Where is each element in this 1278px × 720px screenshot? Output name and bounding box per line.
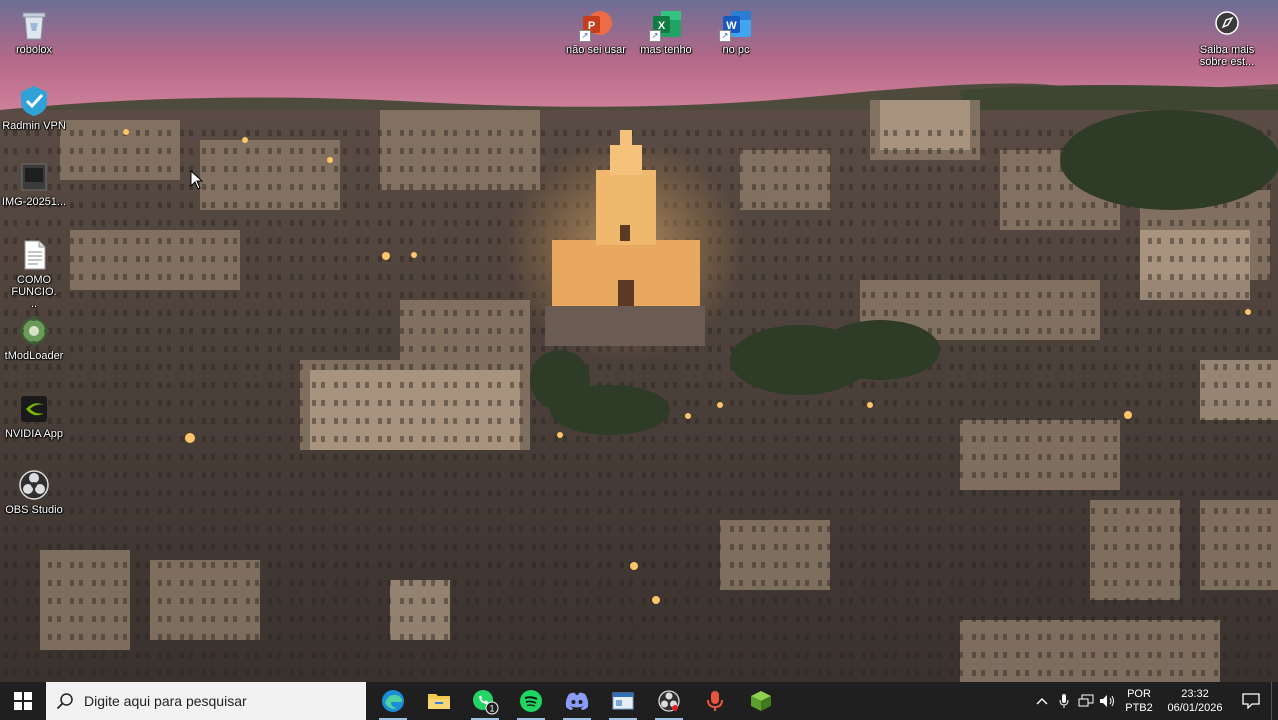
- taskbar-app-whatsapp[interactable]: 1: [462, 682, 508, 720]
- taskbar-search-box[interactable]: [46, 682, 366, 720]
- desktop-icon-label: OBS Studio: [5, 504, 63, 516]
- start-button[interactable]: [0, 682, 46, 720]
- language-code: POR: [1127, 688, 1151, 700]
- clock-time: 23:32: [1181, 688, 1209, 700]
- obs-icon: [17, 468, 51, 502]
- learn-more-icon: [1210, 8, 1244, 42]
- show-desktop-button[interactable]: [1271, 682, 1278, 720]
- taskbar-app-spotify[interactable]: [508, 682, 554, 720]
- network-icon[interactable]: [1075, 682, 1097, 720]
- keyboard-layout: PTB2: [1125, 702, 1153, 714]
- desktop-icon-label: robolox: [15, 44, 53, 56]
- microphone-app-icon: [707, 691, 723, 711]
- shortcut-arrow-icon: ↗: [579, 30, 591, 42]
- clock-date: 06/01/2026: [1167, 702, 1223, 714]
- desktop-icon-label: IMG-20251...: [1, 196, 67, 208]
- desktop-icon-word[interactable]: W ↗ no pc: [699, 8, 773, 56]
- desktop-icon-label: Saiba mais sobre est...: [1199, 44, 1255, 68]
- taskbar-pinned-apps: 1: [370, 682, 784, 720]
- desktop-icon-robolox[interactable]: robolox: [0, 8, 71, 56]
- taskbar-app-green-cube[interactable]: [738, 682, 784, 720]
- word-icon: W ↗: [719, 8, 753, 42]
- text-document-icon: [17, 238, 51, 272]
- desktop-icon-label: tModLoader: [4, 350, 64, 362]
- desktop-icon-learn-more[interactable]: Saiba mais sobre est...: [1190, 8, 1264, 68]
- desktop-icon-obs-studio[interactable]: OBS Studio: [0, 468, 71, 516]
- desktop-icon-como-funcio[interactable]: COMO FUNCIO...: [0, 238, 71, 310]
- desktop-icon-powerpoint[interactable]: P ↗ não sei usar: [559, 8, 633, 56]
- notification-icon: [1242, 693, 1260, 709]
- desktop-icon-label: não sei usar: [566, 44, 626, 56]
- tmodloader-icon: [17, 314, 51, 348]
- obs-taskbar-icon: [658, 690, 680, 712]
- desktop-icon-tmodloader[interactable]: tModLoader: [0, 314, 71, 362]
- shortcut-arrow-icon: ↗: [719, 30, 731, 42]
- powerpoint-icon: P ↗: [579, 8, 613, 42]
- volume-icon[interactable]: [1097, 682, 1119, 720]
- taskbar-app-discord[interactable]: [554, 682, 600, 720]
- desktop-icon-label: Radmin VPN: [2, 120, 66, 132]
- whatsapp-badge: 1: [489, 704, 494, 714]
- desktop-icon-label: mas tenho: [640, 44, 692, 56]
- windows-logo-icon: [14, 692, 32, 710]
- image-file-icon: [17, 160, 51, 194]
- spotify-icon: [520, 690, 542, 712]
- microphone-tray-icon[interactable]: [1053, 682, 1075, 720]
- desktop-icon-radmin-vpn[interactable]: Radmin VPN: [0, 84, 71, 132]
- taskbar: 1: [0, 682, 1278, 720]
- input-language-indicator[interactable]: POR PTB2: [1119, 687, 1159, 715]
- search-input[interactable]: [82, 692, 356, 710]
- edge-icon: [382, 690, 404, 712]
- desktop-icon-nvidia-app[interactable]: NVIDIA App: [0, 392, 71, 440]
- radmin-vpn-icon: [17, 84, 51, 118]
- show-hidden-icons-chevron-icon[interactable]: [1031, 682, 1053, 720]
- desktop-icon-excel[interactable]: X ↗ mas tenho: [629, 8, 703, 56]
- desktop-icon-label: no pc: [722, 44, 750, 56]
- system-tray: POR PTB2 23:32 06/01/2026: [1031, 682, 1278, 720]
- whatsapp-icon: 1: [473, 690, 499, 715]
- taskbar-app-microphone[interactable]: [692, 682, 738, 720]
- excel-icon: X ↗: [649, 8, 683, 42]
- green-cube-icon: [751, 691, 771, 711]
- notification-center-button[interactable]: [1231, 682, 1271, 720]
- shortcut-arrow-icon: ↗: [649, 30, 661, 42]
- nvidia-icon: [17, 392, 51, 426]
- taskbar-app-obs[interactable]: [646, 682, 692, 720]
- window-app-icon: [612, 692, 634, 710]
- clock[interactable]: 23:32 06/01/2026: [1159, 687, 1231, 715]
- taskbar-app-window[interactable]: [600, 682, 646, 720]
- file-explorer-icon: [428, 694, 450, 709]
- taskbar-app-edge[interactable]: [370, 682, 416, 720]
- discord-icon: [565, 692, 589, 710]
- mouse-cursor-icon: [190, 169, 204, 190]
- recycle-bin-icon: [17, 8, 51, 42]
- desktop-wallpaper: [0, 0, 1278, 682]
- search-icon: [56, 693, 73, 710]
- desktop-icon-img-file[interactable]: IMG-20251...: [0, 160, 71, 208]
- taskbar-app-file-explorer[interactable]: [416, 682, 462, 720]
- desktop-icon-label: NVIDIA App: [4, 428, 64, 440]
- desktop-icon-label: COMO FUNCIO...: [11, 274, 57, 310]
